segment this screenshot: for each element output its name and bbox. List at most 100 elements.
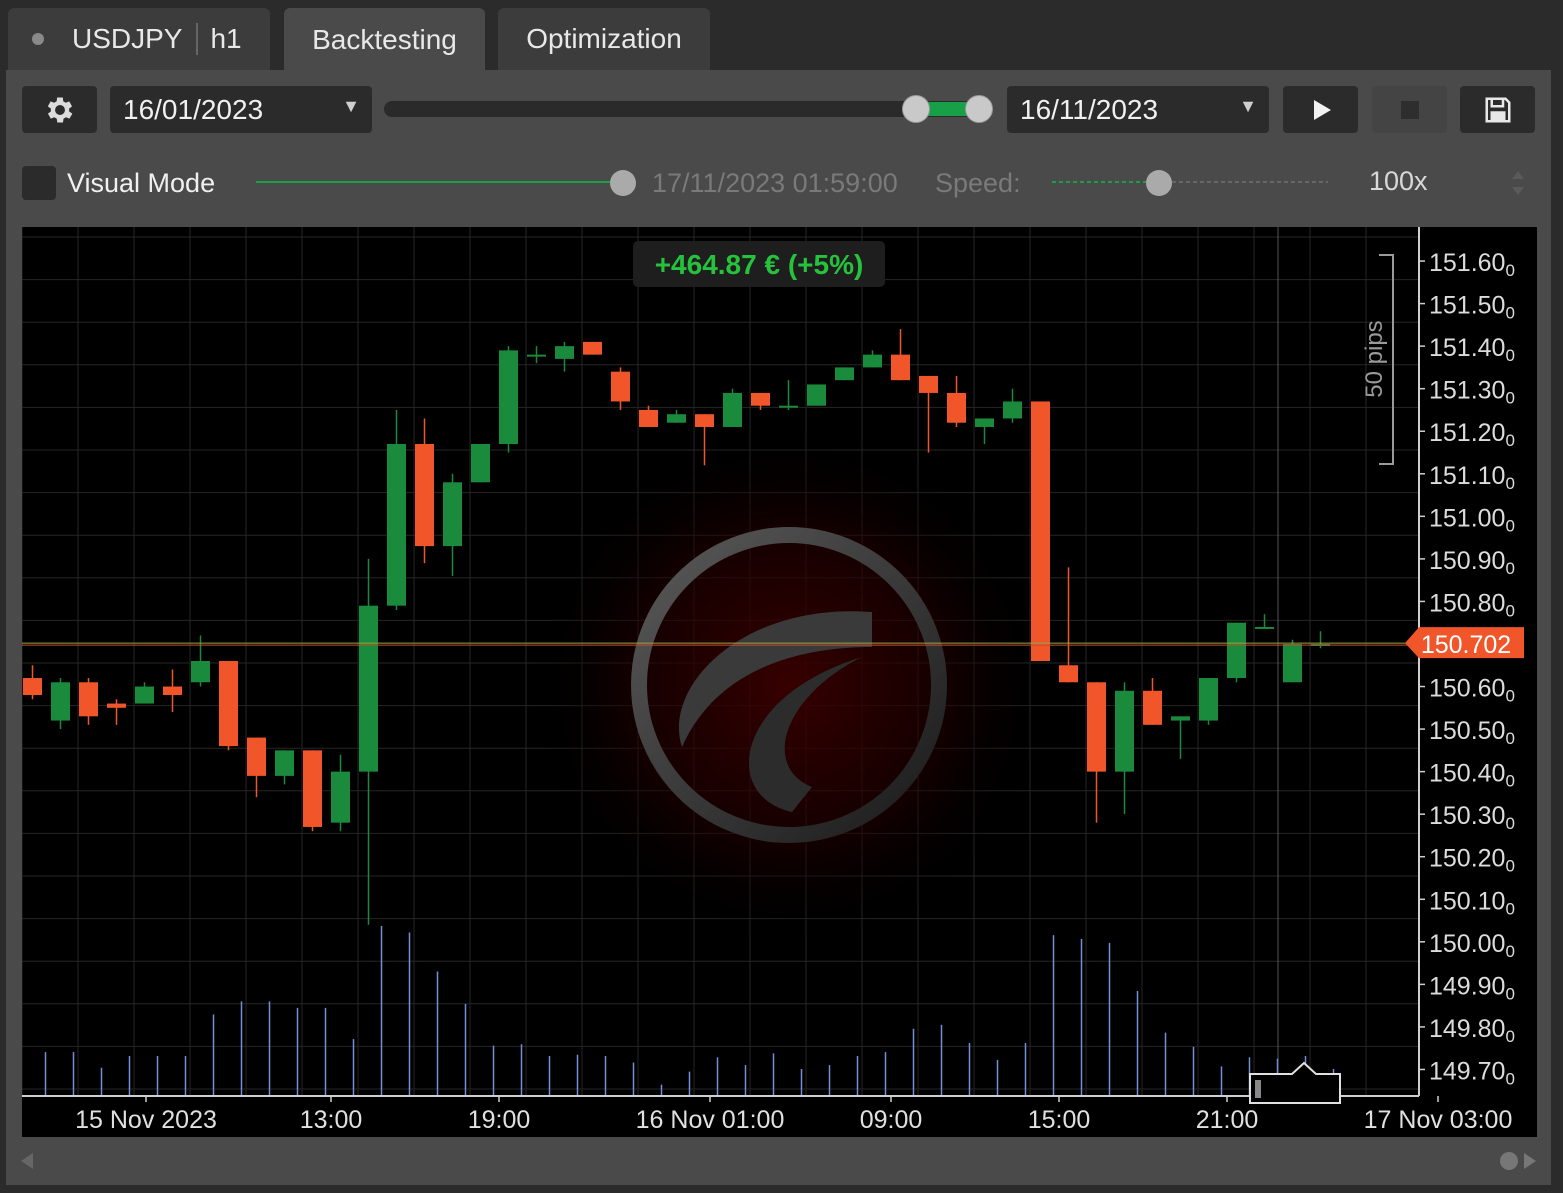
range-end-handle[interactable] bbox=[965, 95, 993, 123]
speed-value: 100x bbox=[1369, 166, 1428, 196]
candle bbox=[443, 473, 462, 576]
candle bbox=[863, 350, 882, 368]
speed-spinner-icon[interactable] bbox=[1510, 166, 1526, 200]
candle bbox=[891, 329, 910, 381]
y-tick-label: 149.900 bbox=[1429, 972, 1515, 1003]
pnl-badge: +464.87 € (+5%) bbox=[633, 241, 885, 287]
candle bbox=[1115, 682, 1134, 815]
x-tick-label: 13:00 bbox=[300, 1106, 363, 1134]
end-date-select[interactable]: 16/11/2023 ▼ bbox=[1007, 86, 1269, 133]
candle bbox=[415, 418, 434, 564]
play-button[interactable] bbox=[1283, 86, 1358, 133]
candle bbox=[1283, 639, 1302, 683]
start-date-select[interactable]: 16/01/2023 ▼ bbox=[110, 86, 372, 133]
y-tick-label: 150.100 bbox=[1429, 887, 1515, 918]
candle bbox=[583, 341, 602, 355]
candle bbox=[1255, 614, 1274, 629]
candle bbox=[947, 375, 966, 427]
y-tick-label: 150.900 bbox=[1429, 547, 1515, 578]
candle bbox=[387, 409, 406, 610]
start-date-value: 16/01/2023 bbox=[123, 93, 264, 125]
speed-label: Speed: bbox=[935, 168, 1021, 198]
current-price-label: 150.702 bbox=[1421, 631, 1511, 659]
candle bbox=[23, 665, 42, 700]
candle bbox=[1311, 631, 1330, 649]
candle bbox=[359, 558, 378, 925]
candle bbox=[1171, 716, 1190, 759]
chevron-down-icon: ▼ bbox=[1239, 96, 1257, 116]
candle bbox=[779, 380, 798, 410]
y-tick-label: 151.200 bbox=[1429, 419, 1515, 450]
y-tick-label: 150.400 bbox=[1429, 760, 1515, 791]
candle bbox=[1031, 401, 1050, 661]
x-tick-label: 19:00 bbox=[468, 1106, 531, 1134]
range-start-handle[interactable] bbox=[902, 95, 930, 123]
watermark-logo bbox=[534, 430, 1044, 940]
candle bbox=[1087, 682, 1106, 823]
candle bbox=[807, 384, 826, 406]
candle bbox=[79, 678, 98, 725]
candle bbox=[303, 750, 322, 832]
ruler-label: 50 pips bbox=[1361, 320, 1388, 397]
tab-backtesting[interactable]: Backtesting bbox=[284, 8, 485, 72]
settings-button[interactable] bbox=[22, 86, 97, 133]
candle bbox=[1199, 678, 1218, 725]
y-tick-label: 151.300 bbox=[1429, 377, 1515, 408]
chevron-down-icon: ▼ bbox=[342, 96, 360, 116]
x-tick-label: 16 Nov 01:00 bbox=[636, 1106, 785, 1134]
y-tick-label: 150.600 bbox=[1429, 675, 1515, 706]
divider bbox=[196, 23, 199, 55]
y-tick-label: 150.500 bbox=[1429, 717, 1515, 748]
end-date-value: 16/11/2023 bbox=[1020, 93, 1159, 125]
y-tick-label: 151.400 bbox=[1429, 334, 1515, 365]
y-tick-label: 150.800 bbox=[1429, 589, 1515, 620]
visual-mode-label: Visual Mode bbox=[67, 168, 216, 198]
candle bbox=[835, 367, 854, 381]
horizontal-scrollbar[interactable] bbox=[0, 1147, 1563, 1177]
candle bbox=[135, 682, 154, 704]
y-tick-label: 151.600 bbox=[1429, 249, 1515, 280]
stop-button[interactable] bbox=[1372, 86, 1447, 133]
tab-optimization[interactable]: Optimization bbox=[498, 8, 710, 70]
candle bbox=[471, 444, 490, 483]
y-tick-label: 151.100 bbox=[1429, 462, 1515, 493]
stop-icon bbox=[1400, 100, 1419, 119]
candle bbox=[107, 699, 126, 725]
y-tick-label: 149.800 bbox=[1429, 1015, 1515, 1046]
x-tick-label: 09:00 bbox=[860, 1106, 923, 1134]
scroll-left-icon bbox=[21, 1153, 33, 1169]
pnl-text: +464.87 € (+5%) bbox=[655, 249, 864, 280]
visual-mode-checkbox[interactable] bbox=[22, 166, 56, 200]
date-range-slider[interactable] bbox=[384, 101, 978, 117]
candle bbox=[51, 678, 70, 730]
play-icon bbox=[1313, 99, 1331, 120]
status-dot-icon bbox=[32, 33, 44, 45]
x-tick-label: 17 Nov 03:00 bbox=[1364, 1106, 1513, 1134]
candle bbox=[499, 346, 518, 453]
speed-slider[interactable] bbox=[1052, 168, 1332, 198]
x-tick-label: 15 Nov 2023 bbox=[75, 1106, 217, 1134]
candle bbox=[1227, 622, 1246, 683]
candle bbox=[975, 418, 994, 444]
y-tick-label: 149.700 bbox=[1429, 1057, 1515, 1088]
save-button[interactable] bbox=[1460, 86, 1535, 133]
tab-symbol[interactable]: USDJPY h1 bbox=[8, 8, 270, 70]
tab-backtesting-label: Backtesting bbox=[312, 24, 457, 55]
y-tick-label: 150.200 bbox=[1429, 845, 1515, 876]
candle bbox=[527, 346, 546, 364]
save-icon bbox=[1485, 97, 1510, 122]
tab-optimization-label: Optimization bbox=[526, 23, 682, 54]
candle bbox=[919, 375, 938, 453]
current-price-tag: 150.702 bbox=[1405, 627, 1524, 659]
y-tick-label: 151.500 bbox=[1429, 292, 1515, 323]
visual-progress-slider[interactable] bbox=[256, 170, 636, 196]
x-tick-label: 15:00 bbox=[1028, 1106, 1091, 1134]
y-tick-label: 150.000 bbox=[1429, 930, 1515, 961]
y-tick-label: 151.000 bbox=[1429, 504, 1515, 535]
x-tick-label: 21:00 bbox=[1196, 1106, 1259, 1134]
gear-icon bbox=[47, 97, 72, 122]
chart-canvas[interactable]: 151.600 151.500 151.400 151.300 151.200 151.1… bbox=[22, 227, 1537, 1137]
price-chart[interactable]: 151.600 151.500 151.400 151.300 151.200 151.1… bbox=[22, 227, 1537, 1137]
tab-bar: USDJPY h1 Backtesting Optimization bbox=[0, 0, 1563, 72]
volume-bars bbox=[44, 926, 1335, 1095]
